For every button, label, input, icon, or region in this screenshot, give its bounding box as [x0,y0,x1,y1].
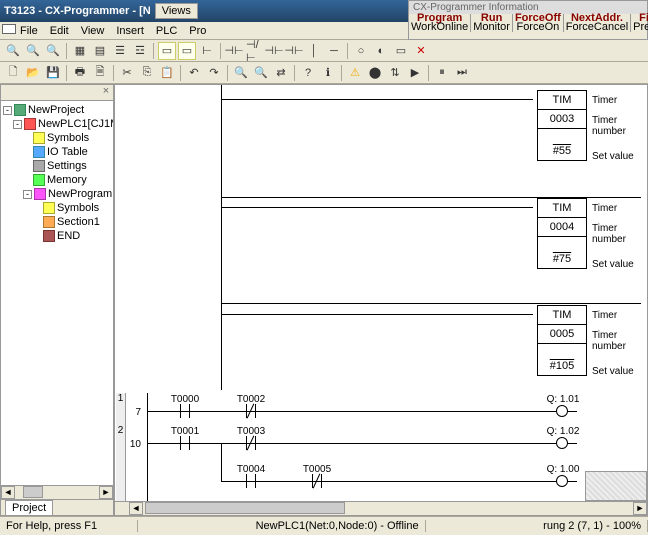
about-icon[interactable]: ℹ [319,64,337,82]
find-icon[interactable]: 🔍 [232,64,250,82]
zoom-out-icon[interactable]: 🔍 [24,42,42,60]
menu-view[interactable]: View [75,23,111,39]
transfer-icon[interactable]: ⇅ [386,64,404,82]
menu-edit[interactable]: Edit [44,23,75,39]
new-icon[interactable]: 🗋 [4,64,22,82]
tree-memory[interactable]: Memory [47,174,87,186]
toolbar-2: 🗋 📂 💾 🖶 🗎 ✂ ⎘ 📋 ↶ ↷ 🔍 🔍 ⇄ ? ℹ ⚠ ⬤ ⇅ ▶ ⏸ … [0,62,648,84]
sel1-icon[interactable]: ▭ [158,42,176,60]
contact4-icon[interactable]: ⊣⊢ [285,42,303,60]
menu-plc[interactable]: PLC [150,23,183,39]
tree-prog-symbols[interactable]: Symbols [57,202,99,214]
menu-insert[interactable]: Insert [110,23,150,39]
tree-hscroll[interactable]: ◄ ► [1,485,113,499]
zoom-fit-icon[interactable]: 🔍 [44,42,62,60]
step-icon[interactable]: ⏭ [453,64,471,82]
rung-icon[interactable]: ⊢ [198,42,216,60]
contact[interactable] [244,474,258,488]
project-tab[interactable]: Project [5,500,53,515]
pause-icon[interactable]: ⏸ [433,64,451,82]
preview-icon[interactable]: 🗎 [91,64,109,82]
warn-icon[interactable]: ⚠ [346,64,364,82]
status-help: For Help, press F1 [0,520,138,532]
contact-nc[interactable] [310,474,324,488]
scroll-left-icon[interactable]: ◄ [1,486,15,499]
scroll-right-icon[interactable]: ► [99,486,113,499]
sel2-icon[interactable]: ▭ [178,42,196,60]
contact[interactable] [178,404,192,418]
coil2-icon[interactable]: ◐ [372,42,390,60]
timer-block-1[interactable]: TIM 0004 #75 [537,198,587,269]
zoom-icon[interactable]: 🔍 [4,42,22,60]
contact-nc[interactable] [244,436,258,450]
contact3-icon[interactable]: ⊣⊢ [265,42,283,60]
output-coil[interactable] [556,405,568,417]
contact-nc-icon[interactable]: ⊣/⊢ [245,42,263,60]
scroll-right-icon[interactable]: ► [633,502,647,515]
rung-rail [147,393,148,503]
grid-icon[interactable]: ▦ [71,42,89,60]
coil-icon[interactable]: ○ [352,42,370,60]
status-connection: NewPLC1(Net:0,Node:0) - Offline [250,520,426,532]
info-panel: CX-Programmer Information ProgramWorkOnl… [408,0,648,40]
menu-pro[interactable]: Pro [183,23,212,39]
tree-end[interactable]: END [57,230,80,242]
list-icon[interactable]: ☰ [111,42,129,60]
hline-icon[interactable]: ─ [325,42,343,60]
list2-icon[interactable]: ☲ [131,42,149,60]
toolbar-1: 🔍 🔍 🔍 ▦ ▤ ☰ ☲ ▭ ▭ ⊢ ⊣⊢ ⊣/⊢ ⊣⊢ ⊣⊢ │ ─ ○ ◐… [0,40,648,62]
output-coil[interactable] [556,475,568,487]
tree-iotable[interactable]: IO Table [47,146,88,158]
find2-icon[interactable]: 🔍 [252,64,270,82]
copy-icon[interactable]: ⎘ [138,64,156,82]
save-icon[interactable]: 💾 [44,64,62,82]
tree-close-icon[interactable]: × [99,85,113,100]
menu-file[interactable]: File [14,23,44,39]
online-icon[interactable]: ⬤ [366,64,384,82]
contact-nc[interactable] [244,404,258,418]
contact-no-icon[interactable]: ⊣⊢ [225,42,243,60]
tree-symbols[interactable]: Symbols [47,132,89,144]
ladder-editor[interactable]: TIM 0003 #55 Timer Timer number Set valu… [114,84,648,516]
grid2-icon[interactable]: ▤ [91,42,109,60]
scroll-left-icon[interactable]: ◄ [129,502,143,515]
timer-block-2[interactable]: TIM 0005 #105 [537,305,587,376]
status-position: rung 2 (7, 1) - 100% [537,520,648,532]
cut-icon[interactable]: ✂ [118,64,136,82]
project-tree-pane: × -NewProject -NewPLC1[CJ1M] O Symbols I… [0,84,114,516]
tree-root[interactable]: NewProject [28,104,84,116]
left-rail [221,85,222,390]
tree-program[interactable]: NewProgram1 ( [48,188,113,200]
vline-icon[interactable]: │ [305,42,323,60]
open-icon[interactable]: 📂 [24,64,42,82]
replace-icon[interactable]: ⇄ [272,64,290,82]
monitor-icon[interactable]: ▶ [406,64,424,82]
help-icon[interactable]: ? [299,64,317,82]
views-tab[interactable]: Views [155,3,198,19]
tree-plc[interactable]: NewPLC1[CJ1M] O [38,118,113,130]
del-icon[interactable]: ✕ [412,42,430,60]
contact[interactable] [178,436,192,450]
print-icon[interactable]: 🖶 [71,64,89,82]
undo-icon[interactable]: ↶ [185,64,203,82]
timer-block-0[interactable]: TIM 0003 #55 [537,90,587,161]
resize-grip[interactable] [585,471,647,501]
ladder-hscroll[interactable]: ◄ ► [115,501,647,515]
redo-icon[interactable]: ↷ [205,64,223,82]
output-coil[interactable] [556,437,568,449]
func-icon[interactable]: ▭ [392,42,410,60]
status-bar: For Help, press F1 NewPLC1(Net:0,Node:0)… [0,516,648,534]
window-icon[interactable] [2,24,16,34]
tree-settings[interactable]: Settings [47,160,87,172]
paste-icon[interactable]: 📋 [158,64,176,82]
tree-section1[interactable]: Section1 [57,216,100,228]
app-title: T3123 - CX-Programmer - [N [4,5,151,17]
project-tree[interactable]: -NewProject -NewPLC1[CJ1M] O Symbols IO … [1,101,113,485]
